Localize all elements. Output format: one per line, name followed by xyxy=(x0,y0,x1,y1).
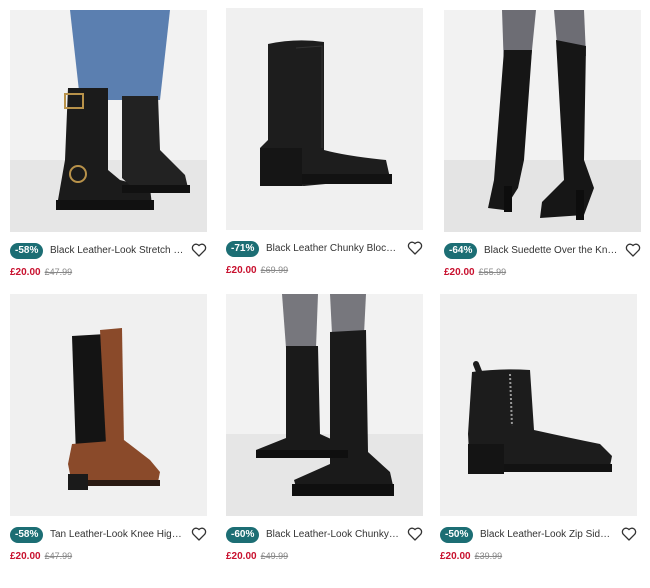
boot-illustration xyxy=(10,10,207,232)
discount-badge: -58% xyxy=(10,243,44,259)
product-card[interactable]: -58% Tan Leather-Look Knee High ... £20.… xyxy=(10,294,207,569)
boot-illustration xyxy=(68,328,160,490)
boot-illustration xyxy=(226,294,423,516)
product-card[interactable]: -64% Black Suedette Over the Knee... £20… xyxy=(444,10,641,285)
discount-badge: -71% xyxy=(226,241,260,257)
heart-icon[interactable] xyxy=(407,240,423,256)
heart-icon[interactable] xyxy=(191,526,207,542)
heart-icon[interactable] xyxy=(621,526,637,542)
product-name[interactable]: Black Leather-Look Chunky Kn... xyxy=(266,528,401,542)
product-name[interactable]: Tan Leather-Look Knee High ... xyxy=(50,528,185,542)
product-image-chunky-knee-boot[interactable] xyxy=(226,294,423,516)
product-card[interactable]: -50% Black Leather-Look Zip Side C... £2… xyxy=(440,294,637,569)
product-image-zip-ankle-boot[interactable] xyxy=(440,294,637,516)
sale-price: £20.00 xyxy=(440,551,471,562)
product-card[interactable]: -71% Black Leather Chunky Block H... £20… xyxy=(226,8,423,283)
discount-badge: -50% xyxy=(440,527,474,543)
sale-price: £20.00 xyxy=(10,267,41,278)
sale-price: £20.00 xyxy=(10,551,41,562)
discount-badge: -58% xyxy=(10,527,44,543)
price-row: £20.00 £47.99 xyxy=(10,549,72,563)
product-name[interactable]: Black Suedette Over the Knee... xyxy=(484,244,619,258)
original-price: £47.99 xyxy=(44,267,73,277)
discount-badge: -64% xyxy=(444,243,478,259)
heart-icon[interactable] xyxy=(625,242,641,258)
discount-badge: -60% xyxy=(226,527,260,543)
price-row: £20.00 £69.99 xyxy=(226,263,288,277)
price-row: £20.00 £47.99 xyxy=(10,265,72,279)
product-image-knee-high-buckle-boot[interactable] xyxy=(10,10,207,232)
product-image-over-knee-boot[interactable] xyxy=(444,10,641,232)
boot-illustration xyxy=(260,40,392,187)
sale-price: £20.00 xyxy=(444,267,475,278)
original-price: £55.99 xyxy=(478,267,507,277)
boot-illustration xyxy=(468,361,612,474)
sale-price: £20.00 xyxy=(226,551,257,562)
original-price: £49.99 xyxy=(260,551,289,561)
boot-illustration xyxy=(444,10,641,232)
heart-icon[interactable] xyxy=(191,242,207,258)
price-row: £20.00 £55.99 xyxy=(444,265,506,279)
sale-price: £20.00 xyxy=(226,265,257,276)
product-name[interactable]: Black Leather Chunky Block H... xyxy=(266,242,401,256)
original-price: £39.99 xyxy=(474,551,503,561)
product-card[interactable]: -60% Black Leather-Look Chunky Kn... £20… xyxy=(226,294,423,569)
heart-icon[interactable] xyxy=(407,526,423,542)
original-price: £47.99 xyxy=(44,551,73,561)
original-price: £69.99 xyxy=(260,265,289,275)
price-row: £20.00 £39.99 xyxy=(440,549,502,563)
product-name[interactable]: Black Leather-Look Stretch Ca... xyxy=(50,244,185,258)
price-row: £20.00 £49.99 xyxy=(226,549,288,563)
product-card[interactable]: -58% Black Leather-Look Stretch Ca... £2… xyxy=(10,10,207,285)
product-name[interactable]: Black Leather-Look Zip Side C... xyxy=(480,528,615,542)
product-image-tan-knee-high-boot[interactable] xyxy=(10,294,207,516)
product-image-chunky-block-heel-boot[interactable] xyxy=(226,8,423,230)
